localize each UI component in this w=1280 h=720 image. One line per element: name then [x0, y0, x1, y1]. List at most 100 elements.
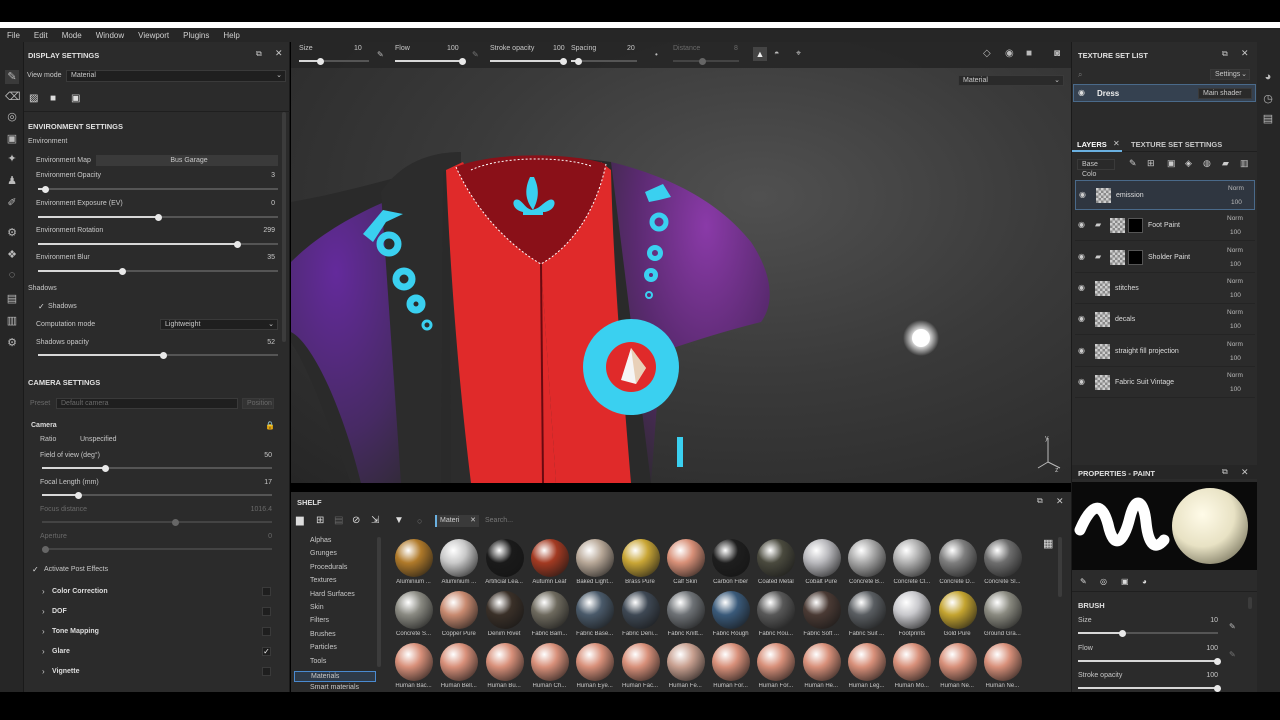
camera-icon[interactable]: ◌ — [5, 268, 19, 282]
add-folder-icon[interactable]: ▰ — [1222, 158, 1229, 169]
chevron-right-icon[interactable]: › — [42, 607, 45, 616]
layer-row[interactable]: ◉ Fabric Suit Vintage Norm 100 — [1075, 368, 1255, 398]
material-thumbnail[interactable] — [802, 539, 841, 577]
material-thumbnail[interactable] — [395, 591, 433, 629]
layer-blend-mode[interactable]: Norm — [1227, 247, 1243, 254]
slider-knob[interactable] — [459, 57, 466, 65]
shelf-category[interactable]: Smart materials — [310, 684, 359, 691]
clone-icon[interactable]: ♟ — [5, 174, 19, 188]
material-thumbnail[interactable] — [576, 591, 615, 629]
log-icon[interactable]: ▤ — [1261, 112, 1275, 126]
slider-knob[interactable] — [575, 57, 582, 65]
add-effect-icon[interactable]: ✎ — [1129, 158, 1137, 169]
add-color-icon[interactable]: ◍ — [1203, 158, 1211, 169]
shelf-category[interactable]: Brushes — [310, 631, 336, 638]
chevron-right-icon[interactable]: › — [42, 647, 45, 656]
symmetry-icon[interactable]: ▲ — [753, 47, 767, 61]
post-effect-checkbox[interactable]: ✓ — [262, 647, 271, 656]
post-effect-label[interactable]: Tone Mapping — [52, 628, 99, 635]
layer-row[interactable]: ◉ ▰ Sholder Paint Norm 100 — [1075, 243, 1255, 273]
slider-knob[interactable] — [1214, 684, 1221, 692]
shader-ball-icon[interactable]: ◉ — [1005, 48, 1014, 59]
pen-pressure-icon[interactable]: ✎ — [1229, 650, 1236, 659]
properties-scrollbar[interactable] — [1248, 597, 1252, 609]
stroke-opacity-slider[interactable] — [490, 57, 567, 65]
add-fill-layer-icon[interactable]: ▣ — [1167, 158, 1176, 169]
focus-slider[interactable] — [42, 518, 272, 526]
env-map-picker[interactable]: Bus Garage — [96, 155, 278, 166]
close-icon[interactable]: ✕ — [1056, 496, 1064, 507]
material-thumbnail[interactable] — [938, 643, 977, 681]
prop-size-slider[interactable] — [1078, 629, 1218, 637]
pen-pressure-icon[interactable]: ✎ — [377, 50, 384, 59]
category-scrollbar[interactable] — [377, 537, 381, 667]
preset-field[interactable]: Default camera — [56, 398, 238, 409]
brush-flow-slider[interactable] — [395, 57, 466, 65]
paint-brush-icon[interactable]: ✎ — [5, 70, 19, 84]
eye-icon[interactable]: ◉ — [1078, 220, 1085, 229]
alpha-tab-icon[interactable]: ◎ — [1100, 577, 1107, 586]
close-icon[interactable]: ✕ — [275, 48, 283, 59]
lock-icon[interactable]: 🔒 — [265, 421, 275, 430]
menu-viewport[interactable]: Viewport — [131, 31, 176, 40]
slider-knob[interactable] — [172, 518, 179, 526]
layer-row[interactable]: ◉ emission Norm 100 — [1075, 180, 1255, 210]
menu-help[interactable]: Help — [216, 31, 246, 40]
projection-icon[interactable]: ◎ — [5, 110, 19, 124]
material-thumbnail[interactable] — [485, 539, 524, 577]
material-thumbnail[interactable] — [576, 643, 615, 681]
fov-slider[interactable] — [42, 464, 272, 472]
chevron-right-icon[interactable]: › — [42, 667, 45, 676]
material-thumbnail[interactable] — [712, 643, 751, 681]
geometry-fill-icon[interactable]: ▣ — [5, 132, 19, 146]
post-effect-checkbox[interactable] — [262, 587, 271, 596]
material-tab-icon[interactable]: ◕ — [1142, 577, 1147, 586]
float-icon[interactable]: ⧉ — [1222, 467, 1228, 477]
shelf-category[interactable]: Tools — [310, 658, 326, 665]
material-thumbnail[interactable] — [530, 591, 569, 629]
env-slider[interactable] — [38, 240, 278, 248]
prop-stroke-slider[interactable] — [1078, 684, 1221, 692]
shelf-category[interactable]: Grunges — [310, 550, 337, 557]
materials-scrollbar[interactable] — [1058, 537, 1062, 597]
menu-edit[interactable]: Edit — [27, 31, 55, 40]
shelf-category[interactable]: Particles — [310, 644, 337, 651]
layer-row[interactable]: ◉ straight fill projection Norm 100 — [1075, 337, 1255, 367]
stencil-tab-icon[interactable]: ▣ — [1121, 577, 1129, 586]
texture-set-list-icon[interactable]: ◕ — [1261, 70, 1275, 84]
layer-opacity[interactable]: 100 — [1230, 261, 1241, 268]
circle-icon[interactable]: ○ — [417, 516, 422, 526]
layer-opacity[interactable]: 100 — [1230, 355, 1241, 362]
layer-blend-mode[interactable]: Norm — [1227, 341, 1243, 348]
hide-icon[interactable]: ⊘ — [352, 515, 360, 526]
shadows-checkbox[interactable]: ✓ — [38, 302, 45, 311]
viewport-mode-select[interactable]: Material ⌄ — [958, 75, 1064, 86]
material-thumbnail[interactable] — [712, 591, 751, 629]
add-mask-icon[interactable]: ◈ — [1185, 158, 1192, 169]
log-icon[interactable]: ▥ — [5, 314, 19, 328]
material-thumbnail[interactable] — [757, 539, 796, 577]
eraser-icon[interactable]: ⌫ — [5, 90, 21, 104]
material-thumbnail[interactable] — [893, 591, 932, 629]
post-effect-label[interactable]: DOF — [52, 608, 67, 615]
ratio-value[interactable]: Unspecified — [80, 436, 117, 443]
filter-icon[interactable]: ▼ — [394, 515, 404, 526]
add-layer-icon[interactable]: ⊞ — [1147, 158, 1155, 169]
shelf-category[interactable]: Materials — [294, 671, 376, 682]
transform-icon[interactable]: ⌖ — [796, 48, 801, 59]
post-effect-label[interactable]: Glare — [52, 648, 70, 655]
menu-plugins[interactable]: Plugins — [176, 31, 216, 40]
camera-tab-icon[interactable]: ■ — [50, 93, 56, 104]
material-thumbnail[interactable] — [848, 643, 886, 681]
shelf-search-input[interactable]: Search... — [485, 517, 513, 524]
layer-row[interactable]: ◉ stitches Norm 100 — [1075, 274, 1255, 304]
chevron-right-icon[interactable]: › — [42, 627, 45, 636]
shelf-category[interactable]: Textures — [310, 577, 336, 584]
brush-tab-icon[interactable]: ✎ — [1080, 577, 1087, 586]
history-icon[interactable]: ◷ — [1261, 92, 1275, 106]
material-thumbnail[interactable] — [621, 539, 660, 577]
layer-row[interactable]: ◉ decals Norm 100 — [1075, 305, 1255, 336]
spacing-slider[interactable] — [571, 57, 637, 65]
lazy-mouse-icon[interactable]: • — [655, 50, 658, 59]
slider-knob[interactable] — [155, 213, 162, 221]
